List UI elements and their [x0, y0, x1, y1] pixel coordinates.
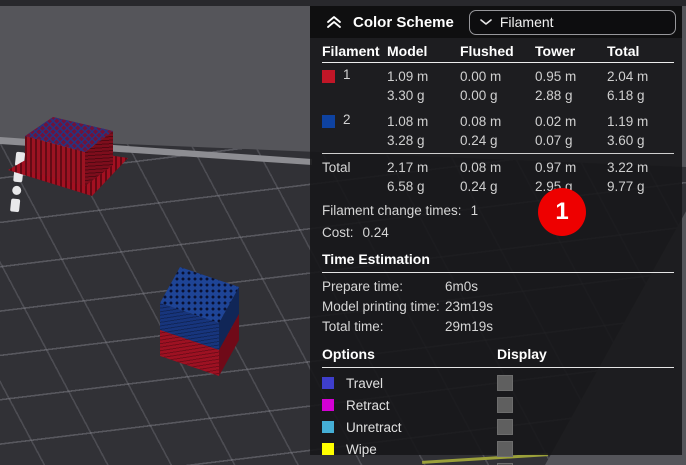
double-chevron-up-icon	[327, 16, 341, 28]
table-row-filament-1: 1 1.09 m 3.30 g 0.00 m 0.00 g 0.95 m 2.8…	[322, 63, 674, 108]
cell-value: 1.08 m	[387, 114, 429, 129]
panel-body: Filament Model Flushed Tower Total 1 1.0…	[310, 38, 682, 465]
slicer-preview-screen: Color Scheme Filament Filament Model Flu…	[0, 0, 686, 465]
time-label: Model printing time:	[322, 299, 440, 314]
table-row-total: Total 2.17 m 6.58 g 0.08 m 0.24 g 0.97 m…	[322, 154, 674, 199]
col-header-model: Model	[387, 43, 428, 59]
cell-value: 3.30 g	[387, 88, 425, 103]
time-value: 29m19s	[445, 319, 494, 334]
cell-value: 2.88 g	[535, 88, 573, 103]
annotation-badge-1: 1	[538, 188, 586, 236]
wipe-color-swatch	[322, 443, 334, 455]
cell-value: 2.04 m	[607, 69, 649, 84]
unretract-display-checkbox[interactable]	[497, 419, 513, 435]
collapse-panel-button[interactable]	[324, 12, 344, 32]
time-label: Prepare time:	[322, 279, 404, 294]
option-row-travel: Travel	[322, 372, 674, 394]
col-header-total: Total	[607, 43, 640, 59]
option-label-wipe: Wipe	[346, 441, 377, 457]
table-row-filament-2: 2 1.08 m 3.28 g 0.08 m 0.24 g 0.02 m 0.0…	[322, 108, 674, 154]
cell-value: 2.17 m	[387, 160, 429, 175]
option-label-travel: Travel	[346, 375, 384, 391]
cell-value: 0.24 g	[460, 179, 498, 194]
cell-value: 0.97 m	[535, 160, 577, 175]
options-header: Options Display	[322, 346, 674, 368]
dropdown-selected-value: Filament	[499, 14, 554, 30]
time-row-model-printing: Model printing time: 23m19s	[322, 297, 674, 317]
cell-value: 0.95 m	[535, 69, 577, 84]
cell-value: 6.18 g	[607, 88, 645, 103]
option-row-unretract: Unretract	[322, 416, 674, 438]
total-row-label: Total	[322, 160, 351, 175]
filament-2-id: 2	[343, 112, 351, 127]
panel-title: Color Scheme	[353, 13, 454, 31]
travel-display-checkbox[interactable]	[497, 375, 513, 391]
display-title: Display	[497, 346, 547, 362]
cell-value: 0.08 m	[460, 160, 502, 175]
cell-value: 3.60 g	[607, 133, 645, 148]
time-estimation-rows: Prepare time: 6m0s Model printing time: …	[322, 273, 674, 337]
filament-change-times-value: 1	[470, 203, 479, 218]
cell-value: 0.00 g	[460, 88, 498, 103]
time-row-total: Total time: 29m19s	[322, 317, 674, 337]
cell-value: 3.22 m	[607, 160, 649, 175]
options-title: Options	[322, 346, 375, 362]
cell-value: 0.08 m	[460, 114, 502, 129]
option-row-retract: Retract	[322, 394, 674, 416]
cell-value: 0.00 m	[460, 69, 502, 84]
slice-info-panel: Color Scheme Filament Filament Model Flu…	[310, 6, 682, 465]
filament-table-header: Filament Model Flushed Tower Total	[322, 38, 674, 63]
filament-change-times-label: Filament change times:	[322, 203, 462, 218]
filament-1-id: 1	[343, 67, 351, 82]
time-estimation-title: Time Estimation	[322, 251, 674, 273]
retract-display-checkbox[interactable]	[497, 397, 513, 413]
cell-value: 3.28 g	[387, 133, 425, 148]
cell-value: 0.02 m	[535, 114, 577, 129]
cell-value: 6.58 g	[387, 179, 425, 194]
option-label-unretract: Unretract	[346, 419, 402, 435]
travel-color-swatch	[322, 377, 334, 389]
time-label: Total time:	[322, 319, 384, 334]
options-rows: Travel Retract Unretract Wipe	[322, 368, 674, 465]
col-header-flushed: Flushed	[460, 43, 514, 59]
chevron-down-icon	[480, 19, 492, 25]
cell-value: 1.19 m	[607, 114, 649, 129]
cell-value: 0.07 g	[535, 133, 573, 148]
wipe-display-checkbox[interactable]	[497, 441, 513, 457]
option-row-wipe: Wipe	[322, 438, 674, 460]
time-value: 6m0s	[445, 279, 479, 294]
cost-label: Cost:	[322, 225, 354, 240]
panel-header: Color Scheme Filament	[310, 6, 682, 38]
option-row-seams: Seams ✓	[322, 460, 674, 465]
time-value: 23m19s	[445, 299, 494, 314]
cell-value: 0.24 g	[460, 133, 498, 148]
col-header-filament: Filament	[322, 43, 380, 59]
retract-color-swatch	[322, 399, 334, 411]
cell-value: 1.09 m	[387, 69, 429, 84]
cost-value: 0.24	[362, 225, 389, 240]
time-row-prepare: Prepare time: 6m0s	[322, 277, 674, 297]
option-label-retract: Retract	[346, 397, 390, 413]
filament-2-color-swatch	[322, 115, 335, 128]
filament-1-color-swatch	[322, 70, 335, 83]
color-scheme-dropdown[interactable]: Filament	[468, 9, 676, 35]
cost: Cost: 0.24	[322, 223, 674, 243]
filament-change-times: Filament change times: 1	[322, 201, 674, 221]
unretract-color-swatch	[322, 421, 334, 433]
col-header-tower: Tower	[535, 43, 576, 59]
cell-value: 9.77 g	[607, 179, 645, 194]
